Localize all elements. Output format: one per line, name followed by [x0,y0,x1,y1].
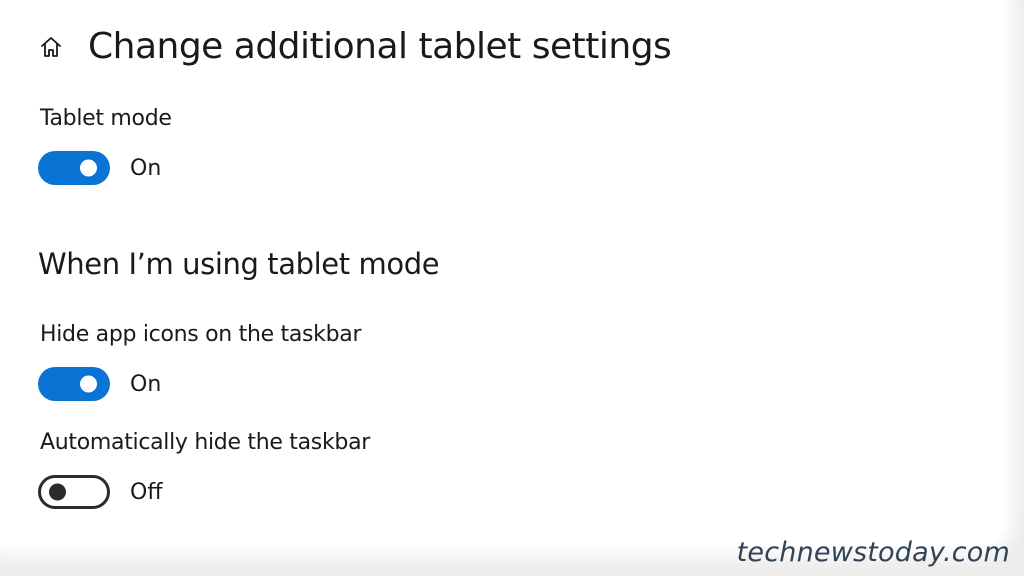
hide-app-icons-row: On [38,367,161,401]
page-header: Change additional tablet settings [36,24,672,70]
auto-hide-taskbar-row: Off [38,475,162,509]
hide-app-icons-state: On [130,371,162,397]
home-icon [41,37,61,57]
hide-app-icons-label: Hide app icons on the taskbar [40,322,362,347]
home-button[interactable] [36,27,66,67]
watermark: technewstoday.com [736,537,1010,568]
auto-hide-taskbar-state: Off [130,479,163,505]
auto-hide-taskbar-toggle[interactable] [38,475,110,509]
page-title: Change additional tablet settings [88,26,672,67]
settings-panel: Change additional tablet settings Tablet… [0,0,1004,546]
tablet-mode-state: On [130,155,162,181]
tablet-mode-label: Tablet mode [40,106,172,131]
toggle-knob [80,159,97,177]
section-heading: When I’m using tablet mode [38,247,440,281]
tablet-mode-row: On [38,151,161,185]
toggle-knob [80,375,97,393]
auto-hide-taskbar-label: Automatically hide the taskbar [40,430,370,455]
hide-app-icons-toggle[interactable] [38,367,110,401]
toggle-knob [49,483,66,501]
tablet-mode-toggle[interactable] [38,151,110,185]
